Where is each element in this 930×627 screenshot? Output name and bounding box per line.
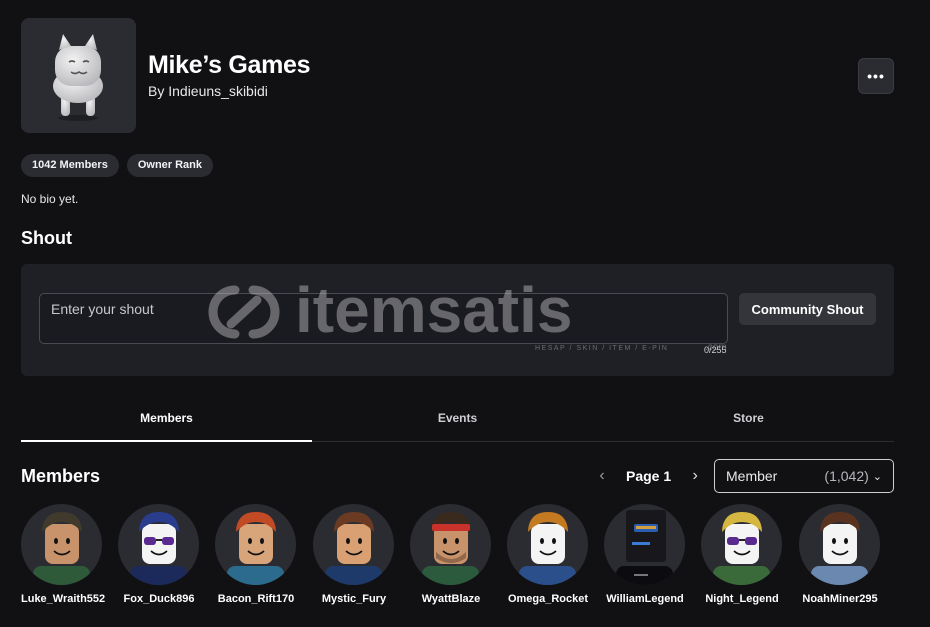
more-dots-icon: ••• <box>867 68 885 84</box>
member-name[interactable]: Omega_Rocket <box>507 593 589 605</box>
group-owner[interactable]: By Indieuns_skibidi <box>148 83 268 99</box>
member-name[interactable]: WilliamLegend <box>604 593 686 605</box>
avatar-figure-icon <box>33 512 90 585</box>
avatar-figure-icon <box>713 512 770 585</box>
members-heading: Members <box>21 466 101 486</box>
member-avatar[interactable] <box>799 504 880 585</box>
community-shout-button[interactable]: Community Shout <box>739 293 876 325</box>
member-card[interactable]: WyattBlaze <box>410 504 492 605</box>
member-list: Luke_Wraith552 Fox_Duck896 Bacon_Rift170 My… <box>21 504 894 614</box>
avatar-figure-icon <box>227 512 284 585</box>
member-card[interactable]: Mystic_Fury <box>313 504 395 605</box>
member-name[interactable]: WyattBlaze <box>410 593 492 605</box>
member-avatar[interactable] <box>701 504 782 585</box>
avatar-figure-icon <box>325 512 382 585</box>
shout-input[interactable]: Enter your shout <box>39 293 728 344</box>
group-badges: 1042 Members Owner Rank <box>21 154 214 177</box>
member-avatar[interactable] <box>21 504 102 585</box>
member-name[interactable]: Luke_Wraith552 <box>21 593 105 605</box>
rank-badge: Owner Rank <box>126 154 214 177</box>
member-card[interactable]: Omega_Rocket <box>507 504 589 605</box>
member-name[interactable]: NoahMiner295 <box>799 593 881 605</box>
group-icon[interactable] <box>21 18 136 133</box>
members-pager: ‹ Page 1 › <box>592 462 705 490</box>
member-avatar[interactable] <box>410 504 491 585</box>
member-avatar[interactable] <box>313 504 394 585</box>
member-name[interactable]: Night_Legend <box>701 593 783 605</box>
tab-members[interactable]: Members <box>21 404 312 442</box>
tab-events[interactable]: Events <box>312 404 603 441</box>
group-tabs: Members Events Store <box>21 404 894 442</box>
avatar-figure-icon <box>422 512 479 585</box>
member-avatar[interactable] <box>604 504 685 585</box>
chevron-down-icon: ⌄ <box>872 470 882 483</box>
group-title: Mike’s Games <box>148 51 311 79</box>
cat-figure-icon <box>53 34 103 121</box>
member-card[interactable]: Night_Legend <box>701 504 783 605</box>
tab-store[interactable]: Store <box>603 404 894 441</box>
page-label: Page 1 <box>626 468 672 484</box>
shout-placeholder: Enter your shout <box>51 301 154 317</box>
member-avatar[interactable] <box>118 504 199 585</box>
avatar-figure-icon <box>130 512 187 585</box>
more-options-button[interactable]: ••• <box>858 58 894 94</box>
role-select[interactable]: Member (1,042) ⌄ <box>714 459 894 493</box>
avatar-figure-icon <box>811 512 868 585</box>
member-card[interactable]: Luke_Wraith552 <box>21 504 105 605</box>
role-select-count: (1,042) <box>824 468 869 484</box>
shout-heading: Shout <box>21 228 72 248</box>
role-select-name: Member <box>726 468 778 484</box>
member-card[interactable]: NoahMiner295 <box>799 504 881 605</box>
member-avatar[interactable] <box>507 504 588 585</box>
chevron-right-icon[interactable]: › <box>685 467 705 485</box>
member-name[interactable]: Bacon_Rift170 <box>215 593 297 605</box>
chevron-left-icon[interactable]: ‹ <box>592 467 612 485</box>
member-name[interactable]: Mystic_Fury <box>313 593 395 605</box>
shout-panel: Enter your shout 0/255 Community Shout <box>21 264 894 376</box>
member-count-badge: 1042 Members <box>21 154 119 177</box>
group-header: Mike’s Games By Indieuns_skibidi ••• <box>21 18 894 133</box>
member-card[interactable]: WilliamLegend <box>604 504 686 605</box>
member-avatar[interactable] <box>215 504 296 585</box>
member-card[interactable]: Fox_Duck896 <box>118 504 200 605</box>
member-name[interactable]: Fox_Duck896 <box>118 593 200 605</box>
avatar-figure-icon <box>616 510 673 585</box>
group-bio: No bio yet. <box>21 192 79 206</box>
avatar-figure-icon <box>519 512 576 585</box>
shout-char-count: 0/255 <box>704 345 727 355</box>
member-card[interactable]: Bacon_Rift170 <box>215 504 297 605</box>
